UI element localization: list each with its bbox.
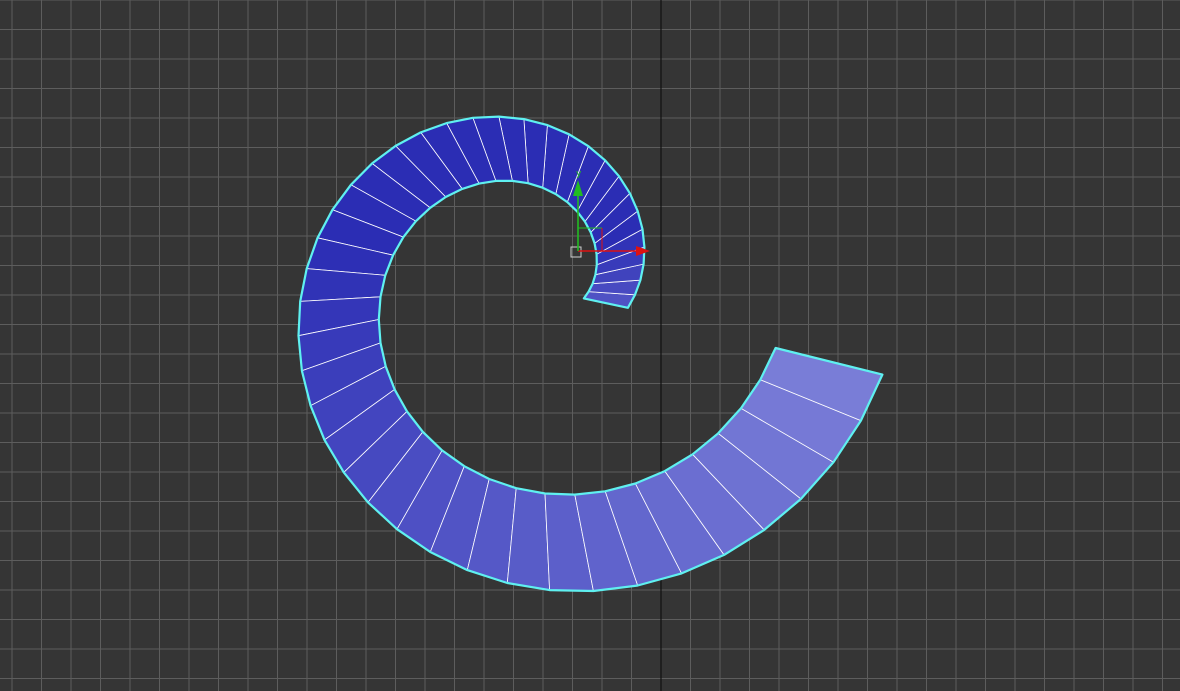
viewport-top[interactable]: y [0, 0, 1180, 691]
gizmo-y-label: y [576, 169, 582, 179]
